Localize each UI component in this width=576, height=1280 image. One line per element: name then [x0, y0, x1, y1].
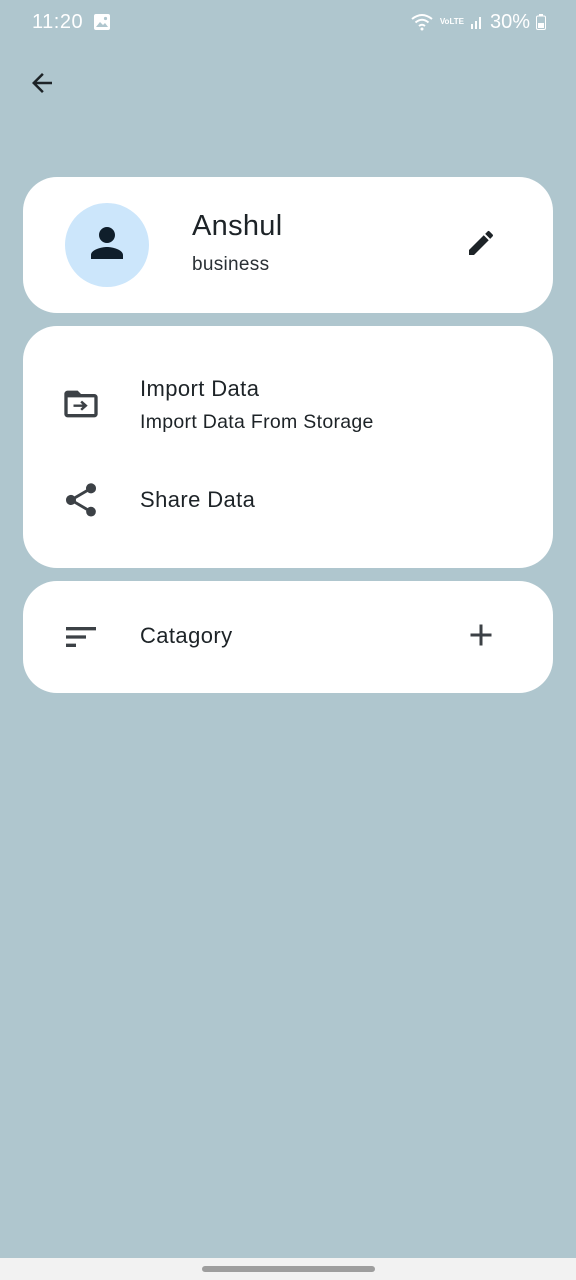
sort-lines-icon: [59, 615, 103, 659]
battery-icon: [536, 14, 546, 30]
data-actions-card: Import Data Import Data From Storage Sha…: [23, 326, 553, 568]
import-data-subtitle: Import Data From Storage: [140, 411, 374, 433]
share-data-title: Share Data: [140, 487, 256, 512]
add-category-button[interactable]: [457, 613, 505, 661]
volte-label: VoLTE: [439, 17, 464, 26]
gallery-notification-icon: [93, 13, 111, 31]
edit-profile-button[interactable]: [457, 221, 505, 269]
import-data-row[interactable]: Import Data Import Data From Storage: [23, 360, 553, 450]
status-time: 11:20: [32, 10, 84, 33]
profile-name: Anshul: [192, 210, 283, 242]
status-bar: 11:20 VoLTE 30%: [0, 0, 576, 44]
profile-card: Anshul business: [23, 177, 553, 313]
person-icon: [83, 219, 131, 272]
avatar: [65, 203, 149, 287]
arrow-back-icon: [27, 68, 57, 103]
share-data-row[interactable]: Share Data: [23, 464, 553, 536]
share-icon: [59, 478, 103, 522]
signal-icon: [470, 14, 484, 30]
status-right: VoLTE 30%: [410, 11, 546, 34]
battery-percent: 30%: [489, 10, 530, 33]
wifi-icon: [410, 13, 434, 31]
volte-icon: VoLTE: [440, 18, 464, 26]
folder-import-icon: [59, 382, 103, 426]
pencil-icon: [465, 227, 497, 264]
back-button[interactable]: [18, 62, 66, 108]
profile-type: business: [192, 254, 270, 275]
status-left: 11:20: [32, 11, 111, 34]
navigation-bar: [0, 1258, 576, 1280]
home-gesture-handle[interactable]: [202, 1266, 375, 1272]
category-card: Catagory: [23, 581, 553, 693]
import-data-title: Import Data: [140, 376, 260, 401]
category-label[interactable]: Catagory: [140, 623, 232, 649]
app-screen: 11:20 VoLTE 30% Anshul business Import D…: [0, 0, 576, 1280]
plus-icon: [463, 617, 499, 658]
